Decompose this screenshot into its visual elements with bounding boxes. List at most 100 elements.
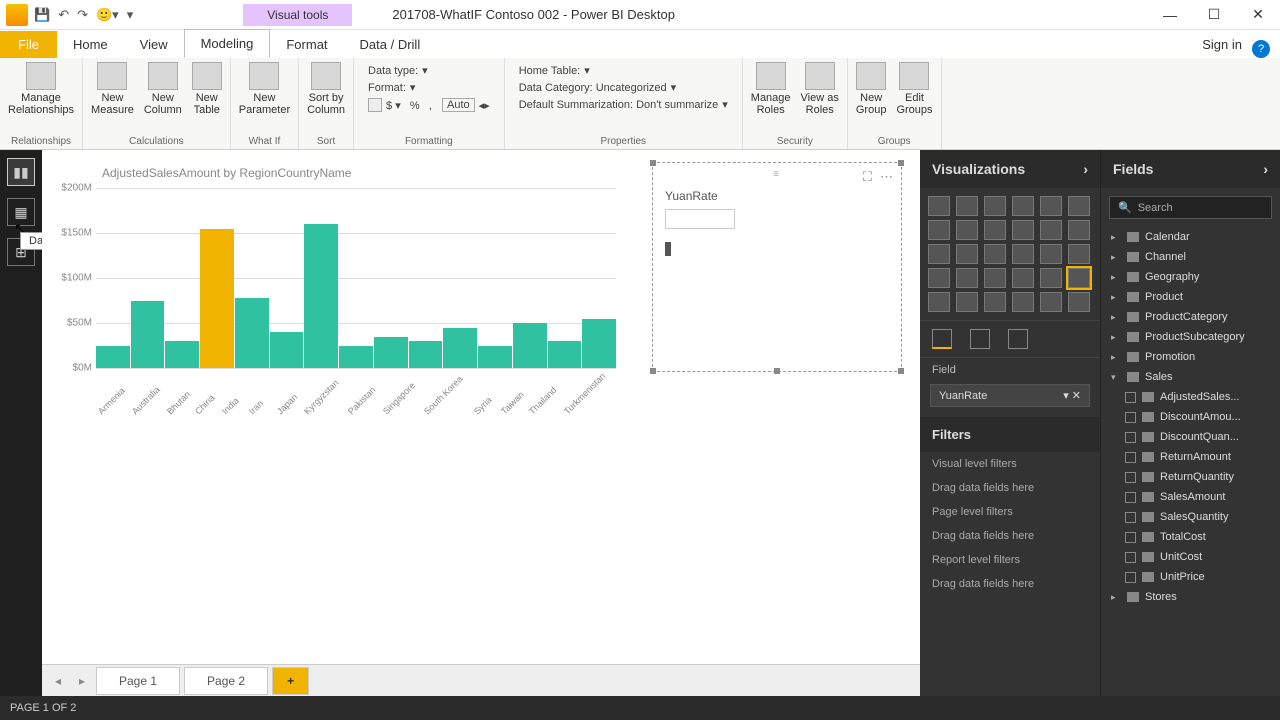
bar-bhutan[interactable] (165, 341, 199, 368)
viz-type-24[interactable] (928, 292, 950, 312)
save-icon[interactable]: 💾 (34, 7, 50, 23)
bar-chart[interactable]: $200M$150M$100M$50M$0M ArmeniaAustraliaB… (96, 188, 616, 408)
fields-tab-icon[interactable] (932, 329, 952, 349)
table-productcategory[interactable]: ProductCategory (1101, 307, 1280, 327)
table-sales[interactable]: Sales (1101, 367, 1280, 387)
tab-format[interactable]: Format (270, 31, 343, 58)
filter-row[interactable]: Drag data fields here (920, 476, 1100, 500)
close-button[interactable]: ✕ (1236, 0, 1280, 30)
analytics-tab-icon[interactable] (1008, 329, 1028, 349)
filter-row[interactable]: Drag data fields here (920, 572, 1100, 596)
viz-type-19[interactable] (956, 268, 978, 288)
manage-relationships-button[interactable]: Manage Relationships (8, 62, 74, 116)
file-menu[interactable]: File (0, 31, 57, 58)
field-salesquantity[interactable]: SalesQuantity (1101, 507, 1280, 527)
field-returnamount[interactable]: ReturnAmount (1101, 447, 1280, 467)
viz-type-29[interactable] (1068, 292, 1090, 312)
bar-singapore[interactable] (409, 341, 443, 368)
field-well-value[interactable]: YuanRate ▾ ✕ (930, 384, 1090, 407)
chevron-right-icon[interactable]: › (1263, 161, 1268, 177)
bar-japan[interactable] (304, 224, 338, 368)
manage-roles-button[interactable]: Manage Roles (751, 62, 791, 116)
page-next-button[interactable]: ▸ (72, 674, 92, 688)
filter-row[interactable]: Report level filters (920, 548, 1100, 572)
add-page-button[interactable]: + (272, 667, 309, 695)
report-view-button[interactable]: ▮▮ (7, 158, 35, 186)
viz-type-16[interactable] (1040, 244, 1062, 264)
view-as-roles-button[interactable]: View as Roles (801, 62, 839, 116)
bar-syria[interactable] (478, 346, 512, 369)
viz-type-26[interactable] (984, 292, 1006, 312)
visualizations-header[interactable]: Visualizations› (920, 150, 1100, 188)
bar-iran[interactable] (270, 332, 304, 368)
table-product[interactable]: Product (1101, 287, 1280, 307)
slicer-visual[interactable]: ≡ ⛶ ⋯ YuanRate (652, 162, 902, 372)
slicer-value-input[interactable] (665, 209, 735, 229)
bar-china[interactable] (200, 229, 234, 369)
more-options-icon[interactable]: ⋯ (880, 169, 893, 185)
field-totalcost[interactable]: TotalCost (1101, 527, 1280, 547)
focus-mode-icon[interactable]: ⛶ (863, 169, 872, 185)
table-geography[interactable]: Geography (1101, 267, 1280, 287)
minimize-button[interactable]: — (1148, 0, 1192, 30)
bar-turkmenistan[interactable] (582, 319, 616, 369)
format-tab-icon[interactable] (970, 329, 990, 349)
viz-type-18[interactable] (928, 268, 950, 288)
new-measure-button[interactable]: New Measure (91, 62, 134, 116)
bar-taiwan[interactable] (513, 323, 547, 368)
viz-type-3[interactable] (1012, 196, 1034, 216)
viz-type-10[interactable] (1040, 220, 1062, 240)
field-adjustedsales[interactable]: AdjustedSales... (1101, 387, 1280, 407)
field-salesamount[interactable]: SalesAmount (1101, 487, 1280, 507)
report-canvas[interactable]: AdjustedSalesAmount by RegionCountryName… (42, 150, 920, 696)
filter-row[interactable]: Page level filters (920, 500, 1100, 524)
viz-type-5[interactable] (1068, 196, 1090, 216)
currency-icon[interactable] (368, 98, 382, 112)
tab-modeling[interactable]: Modeling (184, 29, 271, 58)
tab-data-drill[interactable]: Data / Drill (344, 31, 437, 58)
field-discountquan[interactable]: DiscountQuan... (1101, 427, 1280, 447)
new-column-button[interactable]: New Column (144, 62, 182, 116)
bar-australia[interactable] (131, 301, 165, 369)
viz-type-20[interactable] (984, 268, 1006, 288)
viz-type-9[interactable] (1012, 220, 1034, 240)
chevron-right-icon[interactable]: › (1083, 161, 1088, 177)
viz-type-25[interactable] (956, 292, 978, 312)
viz-type-8[interactable] (984, 220, 1006, 240)
fields-header[interactable]: Fields› (1101, 150, 1280, 188)
viz-type-11[interactable] (1068, 220, 1090, 240)
viz-type-1[interactable] (956, 196, 978, 216)
sign-in-link[interactable]: Sign in (1192, 31, 1252, 58)
tab-view[interactable]: View (124, 31, 184, 58)
bar-india[interactable] (235, 298, 269, 368)
filter-row[interactable]: Visual level filters (920, 452, 1100, 476)
page-prev-button[interactable]: ◂ (48, 674, 68, 688)
viz-type-7[interactable] (956, 220, 978, 240)
emoji-icon[interactable]: 🙂▾ (96, 7, 119, 23)
viz-type-4[interactable] (1040, 196, 1062, 216)
viz-type-28[interactable] (1040, 292, 1062, 312)
viz-type-0[interactable] (928, 196, 950, 216)
table-channel[interactable]: Channel (1101, 247, 1280, 267)
field-discountamou[interactable]: DiscountAmou... (1101, 407, 1280, 427)
field-unitprice[interactable]: UnitPrice (1101, 567, 1280, 587)
table-productsubcategory[interactable]: ProductSubcategory (1101, 327, 1280, 347)
viz-type-22[interactable] (1040, 268, 1062, 288)
tab-home[interactable]: Home (57, 31, 124, 58)
sort-by-column-button[interactable]: Sort by Column (307, 62, 345, 116)
bar-thailand[interactable] (548, 341, 582, 368)
redo-icon[interactable]: ↷ (77, 7, 88, 23)
viz-type-21[interactable] (1012, 268, 1034, 288)
qat-more-icon[interactable]: ▾ (127, 7, 134, 23)
undo-icon[interactable]: ↶ (58, 7, 69, 23)
edit-groups-button[interactable]: Edit Groups (896, 62, 932, 116)
viz-type-27[interactable] (1012, 292, 1034, 312)
table-promotion[interactable]: Promotion (1101, 347, 1280, 367)
bar-armenia[interactable] (96, 346, 130, 369)
help-icon[interactable]: ? (1252, 40, 1270, 58)
new-parameter-button[interactable]: New Parameter (239, 62, 290, 116)
viz-type-12[interactable] (928, 244, 950, 264)
viz-type-14[interactable] (984, 244, 1006, 264)
drag-handle-icon[interactable]: ≡ (773, 169, 781, 180)
viz-type-15[interactable] (1012, 244, 1034, 264)
